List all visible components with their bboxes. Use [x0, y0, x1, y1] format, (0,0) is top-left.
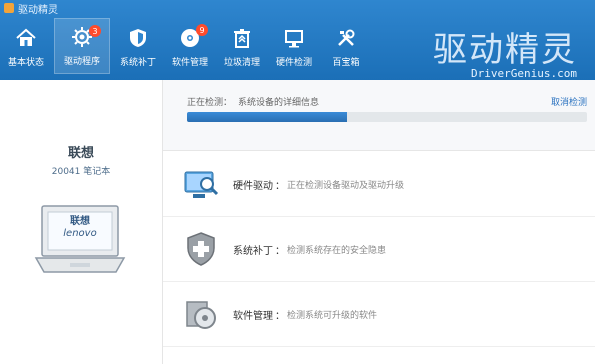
- tab-junk-cleanup-label: 垃圾清理: [223, 58, 260, 68]
- software-disc-icon: [181, 294, 221, 334]
- home-icon: [15, 27, 37, 49]
- tab-system-patches[interactable]: 系统补丁: [112, 18, 164, 74]
- app-title: 驱动精灵: [4, 1, 58, 16]
- device-panel: 联想 20041 笔记本 联想 lenovo: [0, 80, 163, 364]
- header: 驱动精灵 基本状态 3 驱动程序 系统补丁 9 软件管理 垃圾清理 硬件检测 百…: [0, 0, 595, 80]
- tab-basic-status-label: 基本状态: [7, 58, 44, 68]
- progress-fill: [187, 112, 347, 122]
- tab-toolbox-label: 百宝箱: [332, 58, 360, 68]
- tab-software-management[interactable]: 9 软件管理: [164, 18, 216, 74]
- main-content: 正在检测： 系统设备的详细信息 取消检测 硬件驱动 ： 正在检测设备驱动及驱动升: [163, 80, 595, 364]
- software-badge: 9: [196, 24, 208, 36]
- title-bar: 驱动精灵: [0, 0, 595, 16]
- laptop-logo-line1: 联想: [70, 216, 90, 227]
- app-title-text: 驱动精灵: [18, 4, 58, 16]
- system-patches-title: 系统补丁: [233, 245, 273, 257]
- tools-icon: [335, 27, 357, 49]
- list-item-hardware-driver[interactable]: 硬件驱动 ： 正在检测设备驱动及驱动升级: [163, 152, 595, 217]
- tab-basic-status[interactable]: 基本状态: [0, 18, 52, 74]
- laptop-image: 联想 lenovo: [30, 198, 130, 278]
- hardware-driver-icon: [181, 164, 221, 204]
- brand-title: 驱动精灵: [433, 30, 577, 70]
- tab-driver-programs-label: 驱动程序: [63, 57, 100, 67]
- app-logo-icon: [4, 3, 14, 13]
- shield-icon: [127, 27, 149, 49]
- list-item-software-management[interactable]: 软件管理 ： 检测系统可升级的软件: [163, 282, 595, 347]
- tab-hardware-detection[interactable]: 硬件检测: [268, 18, 320, 74]
- scan-status: 正在检测： 系统设备的详细信息: [187, 95, 319, 108]
- scan-label: 正在检测：: [187, 98, 233, 108]
- device-brand: 联想: [67, 146, 94, 161]
- tab-system-patches-label: 系统补丁: [119, 58, 156, 68]
- tab-hardware-detection-label: 硬件检测: [275, 58, 312, 68]
- app-window: 驱动精灵 基本状态 3 驱动程序 系统补丁 9 软件管理 垃圾清理 硬件检测 百…: [0, 0, 595, 364]
- system-patches-desc: 检测系统存在的安全隐患: [287, 245, 387, 256]
- software-management-title: 软件管理: [233, 310, 273, 322]
- list-item-system-patches[interactable]: 系统补丁 ： 检测系统存在的安全隐患: [163, 217, 595, 282]
- hardware-driver-title: 硬件驱动: [233, 180, 273, 192]
- tab-junk-cleanup[interactable]: 垃圾清理: [216, 18, 268, 74]
- brand: 驱动精灵 DriverGenius.com: [433, 22, 577, 80]
- tab-driver-programs[interactable]: 3 驱动程序: [54, 18, 110, 74]
- scan-status-text: 系统设备的详细信息: [238, 98, 320, 108]
- monitor-icon: [283, 27, 305, 49]
- shield-plus-icon: [181, 229, 221, 269]
- scan-progress: 正在检测： 系统设备的详细信息 取消检测: [163, 80, 595, 151]
- cancel-scan-link[interactable]: 取消检测: [551, 95, 587, 108]
- main-toolbar: 基本状态 3 驱动程序 系统补丁 9 软件管理 垃圾清理 硬件检测 百宝箱: [0, 18, 372, 74]
- progress-bar: [187, 112, 587, 122]
- laptop-logo-line2: lenovo: [63, 228, 97, 239]
- device-model: 20041 笔记本: [51, 167, 111, 177]
- driver-badge: 3: [89, 25, 101, 37]
- tab-software-management-label: 软件管理: [171, 58, 208, 68]
- hardware-driver-desc: 正在检测设备驱动及驱动升级: [287, 180, 405, 191]
- software-management-desc: 检测系统可升级的软件: [287, 310, 378, 321]
- trash-icon: [231, 27, 253, 49]
- tab-toolbox[interactable]: 百宝箱: [320, 18, 372, 74]
